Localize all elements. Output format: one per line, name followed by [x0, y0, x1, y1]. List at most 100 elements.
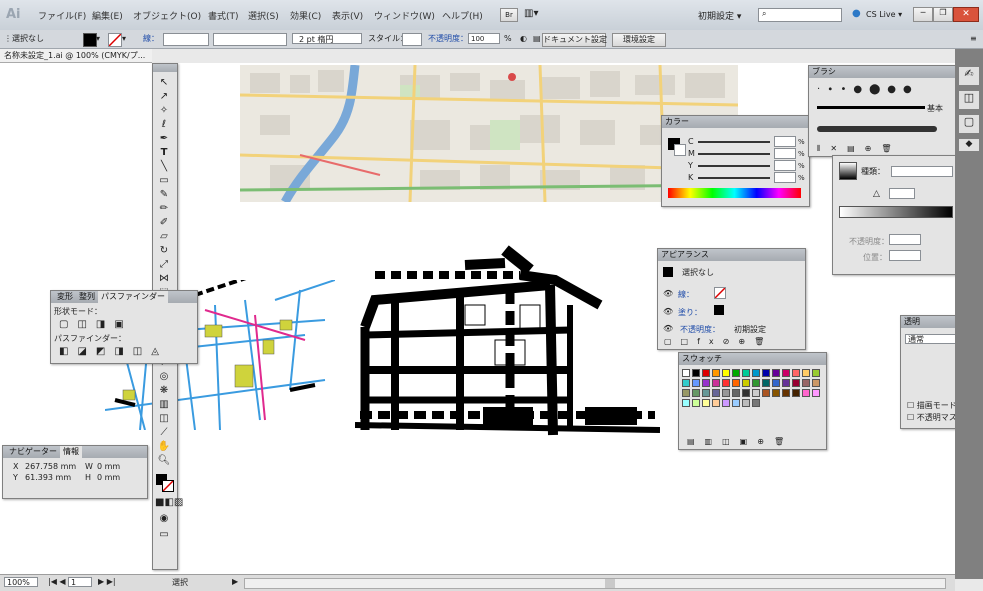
swatch-panel-buttons[interactable]: ▤▥◫▣⊕🗑︎ [687, 437, 794, 446]
swatch[interactable] [722, 399, 730, 407]
swatch[interactable] [712, 369, 720, 377]
draw-mode-icon[interactable]: ◉ [155, 512, 173, 525]
y-input[interactable] [774, 160, 796, 171]
workspace-switcher[interactable]: 初期設定 ▾ [698, 9, 741, 22]
swatch[interactable] [702, 399, 710, 407]
cslive-menu[interactable]: CS Live ▾ [866, 10, 902, 19]
swatch[interactable] [772, 389, 780, 397]
swatch[interactable] [752, 399, 760, 407]
swatch[interactable] [682, 369, 690, 377]
swatch[interactable] [722, 389, 730, 397]
artboard-number-input[interactable]: 1 [68, 577, 92, 587]
graphic-style-dock-icon[interactable]: ▢ [959, 115, 979, 133]
color-panel-title[interactable]: カラー [662, 116, 809, 128]
lasso-tool-icon[interactable]: ℓ [155, 118, 173, 131]
selection-tool-icon[interactable]: ↖ [155, 76, 173, 89]
symbol-sprayer-tool-icon[interactable]: ❋ [155, 384, 173, 397]
blob-brush-tool-icon[interactable]: ✐ [155, 216, 173, 229]
menu-object[interactable]: オブジェクト(O) [133, 9, 201, 22]
appearance-fill-label[interactable]: 塗り： [678, 307, 702, 318]
swatch[interactable] [702, 369, 710, 377]
menu-help[interactable]: ヘルプ(H) [442, 9, 483, 22]
color-spectrum[interactable] [668, 188, 801, 198]
gradient-opacity-input[interactable] [889, 234, 921, 245]
street-map-drawing[interactable] [355, 245, 660, 440]
pencil-tool-icon[interactable]: ✏ [155, 202, 173, 215]
menu-type[interactable]: 書式(T) [208, 9, 239, 22]
swatch-grid[interactable] [682, 369, 822, 431]
slice-tool-icon[interactable]: ⟋ [155, 426, 173, 439]
brush-presets[interactable]: ·∙•●⬤●● [817, 84, 919, 95]
close-button[interactable]: ✕ [953, 7, 979, 22]
artboard-tool-icon[interactable]: ◫ [155, 412, 173, 425]
scroll-thumb[interactable] [605, 579, 615, 588]
stroke-swatch[interactable] [108, 33, 122, 47]
scale-tool-icon[interactable]: ⤢ [155, 258, 173, 271]
gradient-slider[interactable] [839, 206, 953, 218]
swatch[interactable] [802, 379, 810, 387]
tab-info[interactable]: 情報 [60, 446, 82, 458]
brush-panel-buttons[interactable]: ⫴✕▤⊕🗑︎ [817, 144, 901, 154]
paintbrush-tool-icon[interactable]: ✎ [155, 188, 173, 201]
basic-brush-stroke[interactable] [817, 106, 925, 109]
swatch[interactable] [732, 399, 740, 407]
swatch[interactable] [802, 369, 810, 377]
visibility-eye-icon[interactable]: 👁︎ [663, 324, 673, 333]
swatch[interactable] [752, 369, 760, 377]
swatch[interactable] [772, 379, 780, 387]
c-input[interactable] [774, 136, 796, 147]
chevron-down-icon[interactable]: ▾ [96, 33, 100, 45]
menu-view[interactable]: 表示(V) [332, 9, 363, 22]
rotate-tool-icon[interactable]: ↻ [155, 244, 173, 257]
swatch[interactable] [732, 369, 740, 377]
rectangle-tool-icon[interactable]: ▭ [155, 174, 173, 187]
tab-navigator[interactable]: ナビゲーター [6, 446, 60, 458]
line-tool-icon[interactable]: ╲ [155, 160, 173, 173]
swatch[interactable] [692, 369, 700, 377]
stroke-color-icon[interactable] [674, 144, 686, 156]
swatch[interactable] [762, 369, 770, 377]
stroke-color-icon[interactable] [162, 480, 174, 492]
k-input[interactable] [774, 172, 796, 183]
swatch[interactable] [742, 399, 750, 407]
recolor-icon[interactable]: ◐ [520, 33, 527, 45]
gradient-thumbnail[interactable] [839, 162, 857, 180]
swatch[interactable] [712, 389, 720, 397]
swatch[interactable] [802, 389, 810, 397]
swatch[interactable] [752, 379, 760, 387]
preferences-button[interactable]: 環境設定 [612, 33, 666, 47]
swatch[interactable] [792, 389, 800, 397]
status-menu-arrow[interactable]: ▶ [232, 577, 238, 586]
help-search-input[interactable]: ⌕ [758, 8, 842, 22]
swatch[interactable] [712, 379, 720, 387]
type-tool-icon[interactable]: T [155, 146, 173, 159]
menu-edit[interactable]: 編集(E) [92, 9, 123, 22]
opacity-input[interactable]: 100 [468, 33, 500, 44]
swatch[interactable] [782, 389, 790, 397]
bridge-button[interactable]: Br [500, 8, 518, 22]
swatch[interactable] [742, 389, 750, 397]
panel-menu-icon[interactable]: ≡ [970, 33, 977, 45]
swatch[interactable] [732, 379, 740, 387]
swatch[interactable] [772, 369, 780, 377]
swatch[interactable] [692, 389, 700, 397]
swatch[interactable] [752, 389, 760, 397]
tab-pathfinder[interactable]: パスファインダー [98, 291, 168, 303]
swatch[interactable] [782, 369, 790, 377]
swatch[interactable] [702, 379, 710, 387]
charcoal-brush-stroke[interactable] [817, 126, 937, 132]
tools-panel-grip[interactable] [153, 64, 177, 72]
variable-width-select[interactable] [213, 33, 287, 46]
brush-dock-icon[interactable]: ✍ [959, 67, 979, 85]
brush-definition-select[interactable]: 2 pt 楕円 [292, 33, 362, 44]
blend-tool-icon[interactable]: ◎ [155, 370, 173, 383]
swatch[interactable] [812, 389, 820, 397]
appearance-stroke-label[interactable]: 線： [678, 289, 694, 300]
swatch[interactable] [742, 379, 750, 387]
swatch[interactable] [742, 369, 750, 377]
swatch[interactable] [682, 399, 690, 407]
symbol-dock-icon[interactable]: ◫ [959, 91, 979, 109]
fill-swatch[interactable] [83, 33, 97, 47]
swatch[interactable] [762, 379, 770, 387]
zoom-tool-icon[interactable]: 🔍︎ [155, 454, 173, 467]
